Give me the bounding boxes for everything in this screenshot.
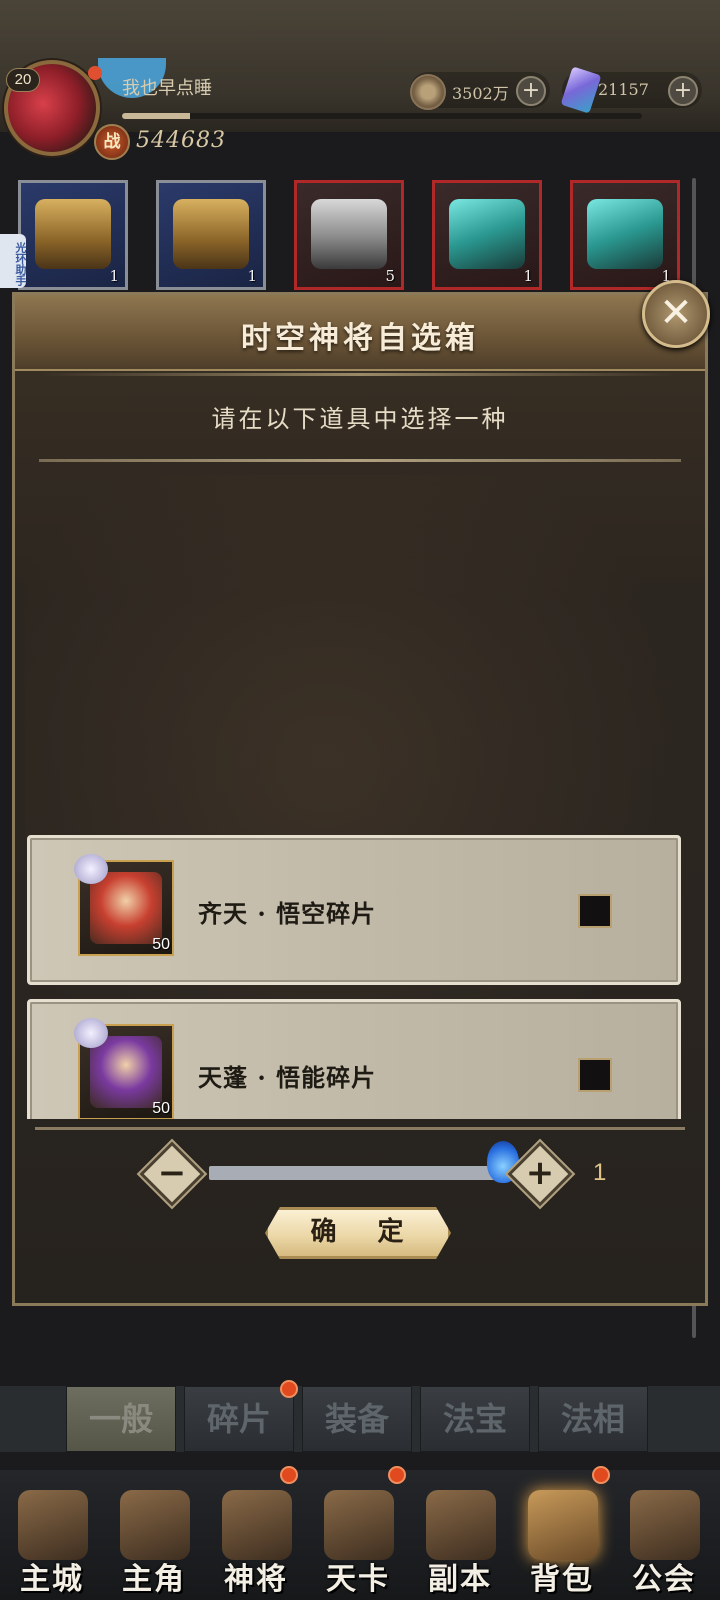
crystal-icon	[560, 66, 602, 114]
exp-bar	[122, 113, 642, 119]
rarity-badge-icon	[74, 854, 108, 884]
guild-icon	[630, 1490, 700, 1560]
backpack-icon	[528, 1490, 598, 1560]
notification-dot	[280, 1380, 298, 1398]
close-icon[interactable]: ✕	[642, 280, 710, 348]
wuneng-shard-icon: 50	[74, 1018, 174, 1119]
nav-backpack[interactable]: 背包	[510, 1470, 614, 1600]
dialog-header: 时空神将自选箱	[15, 295, 705, 371]
crystal-value: 21157	[598, 80, 649, 99]
player-level-badge: 20	[6, 68, 40, 92]
option-name: 齐天 · 悟空碎片	[198, 899, 377, 928]
option-count: 50	[152, 1100, 170, 1117]
exp-bar-fill	[122, 113, 190, 119]
top-status-bar: 20 我也早点睡 战 544683 3502万 + 21157 +	[0, 0, 720, 160]
option-item[interactable]: 50 天蓬 · 悟能碎片	[27, 999, 681, 1119]
notification-dot	[388, 1466, 406, 1484]
quantity-slider-fill	[209, 1166, 503, 1180]
coin-currency: 3502万 +	[410, 72, 550, 110]
dialog-prompt: 请在以下道具中选择一种	[211, 405, 509, 433]
notification-dot	[280, 1466, 298, 1484]
nav-label: 副本	[428, 1562, 492, 1597]
wukong-shard-icon: 50	[74, 854, 174, 956]
inventory-item[interactable]: 1	[432, 180, 542, 290]
notification-dot	[592, 1466, 610, 1484]
wukong-portrait	[90, 872, 162, 944]
tab-shards[interactable]: 碎片	[184, 1386, 294, 1452]
dialog-title: 时空神将自选箱	[241, 321, 479, 356]
add-crystal-button[interactable]: +	[668, 76, 698, 106]
scroll-map-icon	[426, 1490, 496, 1560]
option-list[interactable]: 50 齐天 · 悟空碎片 50 天蓬 · 悟能碎片	[27, 835, 681, 1119]
palace-icon	[18, 1490, 88, 1560]
tab-general[interactable]: 一般	[66, 1386, 176, 1452]
item-count: 1	[247, 267, 257, 285]
option-checkbox[interactable]	[578, 894, 612, 928]
tab-equipment[interactable]: 装备	[302, 1386, 412, 1452]
nav-generals[interactable]: 神将	[204, 1470, 308, 1600]
player-name: 我也早点睡	[122, 78, 212, 99]
general-portrait-icon	[222, 1490, 292, 1560]
divider	[35, 1127, 685, 1130]
tab-treasure[interactable]: 法宝	[420, 1386, 530, 1452]
wuneng-portrait	[90, 1036, 162, 1108]
inventory-item[interactable]: 1	[156, 180, 266, 290]
gold-chest-icon	[173, 199, 249, 269]
quantity-value: 1	[593, 1159, 607, 1186]
item-count: 5	[385, 267, 395, 285]
inventory-item-row: 1 1 5 1 1	[0, 180, 720, 292]
add-coin-button[interactable]: +	[516, 76, 546, 106]
mountain-icon	[324, 1490, 394, 1560]
option-checkbox[interactable]	[578, 1058, 612, 1092]
plus-icon: +	[525, 1153, 555, 1193]
item-count: 1	[109, 267, 119, 285]
nav-label: 主城	[20, 1562, 84, 1597]
nav-guild[interactable]: 公会	[612, 1470, 716, 1600]
nav-label: 神将	[224, 1562, 288, 1597]
option-count: 50	[152, 936, 170, 953]
nav-label: 背包	[530, 1562, 594, 1597]
option-name: 天蓬 · 悟能碎片	[198, 1063, 377, 1092]
bag-category-tabs: 一般 碎片 装备 法宝 法相	[0, 1386, 720, 1452]
cyan-cube-icon	[449, 199, 525, 269]
nav-dungeon[interactable]: 副本	[408, 1470, 512, 1600]
rarity-badge-icon	[74, 1018, 108, 1048]
inventory-item[interactable]: 5	[294, 180, 404, 290]
tab-avatar[interactable]: 法相	[538, 1386, 648, 1452]
option-item[interactable]: 50 齐天 · 悟空碎片	[27, 835, 681, 985]
bottom-navigation: 主城 主角 神将 天卡 副本 背包 公会	[0, 1470, 720, 1600]
coin-value: 3502万	[452, 84, 509, 103]
item-count: 1	[523, 267, 533, 285]
gold-chest-icon	[35, 199, 111, 269]
crystal-currency: 21157 +	[560, 66, 702, 114]
inventory-item[interactable]: 1	[18, 180, 128, 290]
divider	[39, 459, 681, 462]
nav-sky-card[interactable]: 天卡	[306, 1470, 410, 1600]
assistant-side-tab[interactable]: 光环助手	[0, 234, 27, 288]
inventory-item[interactable]: 1	[570, 180, 680, 290]
notification-dot	[88, 66, 102, 80]
nav-label: 天卡	[326, 1562, 390, 1597]
coin-icon	[410, 74, 446, 110]
combat-power-icon: 战	[94, 124, 130, 160]
select-box-dialog: 时空神将自选箱 请在以下道具中选择一种 50 齐天 · 悟空碎片 50 天蓬 ·…	[12, 292, 708, 1306]
confirm-button[interactable]: 确 定	[265, 1207, 451, 1259]
nav-hero[interactable]: 主角	[102, 1470, 206, 1600]
cyan-cube-icon	[587, 199, 663, 269]
combat-power-value: 544683	[136, 128, 226, 153]
hero-portrait-icon	[120, 1490, 190, 1560]
silver-box-icon	[311, 199, 387, 269]
divider	[39, 373, 681, 376]
quantity-slider[interactable]	[209, 1166, 503, 1180]
nav-main-city[interactable]: 主城	[0, 1470, 104, 1600]
nav-label: 公会	[632, 1562, 696, 1597]
minus-icon: −	[157, 1153, 187, 1193]
nav-label: 主角	[122, 1562, 186, 1597]
